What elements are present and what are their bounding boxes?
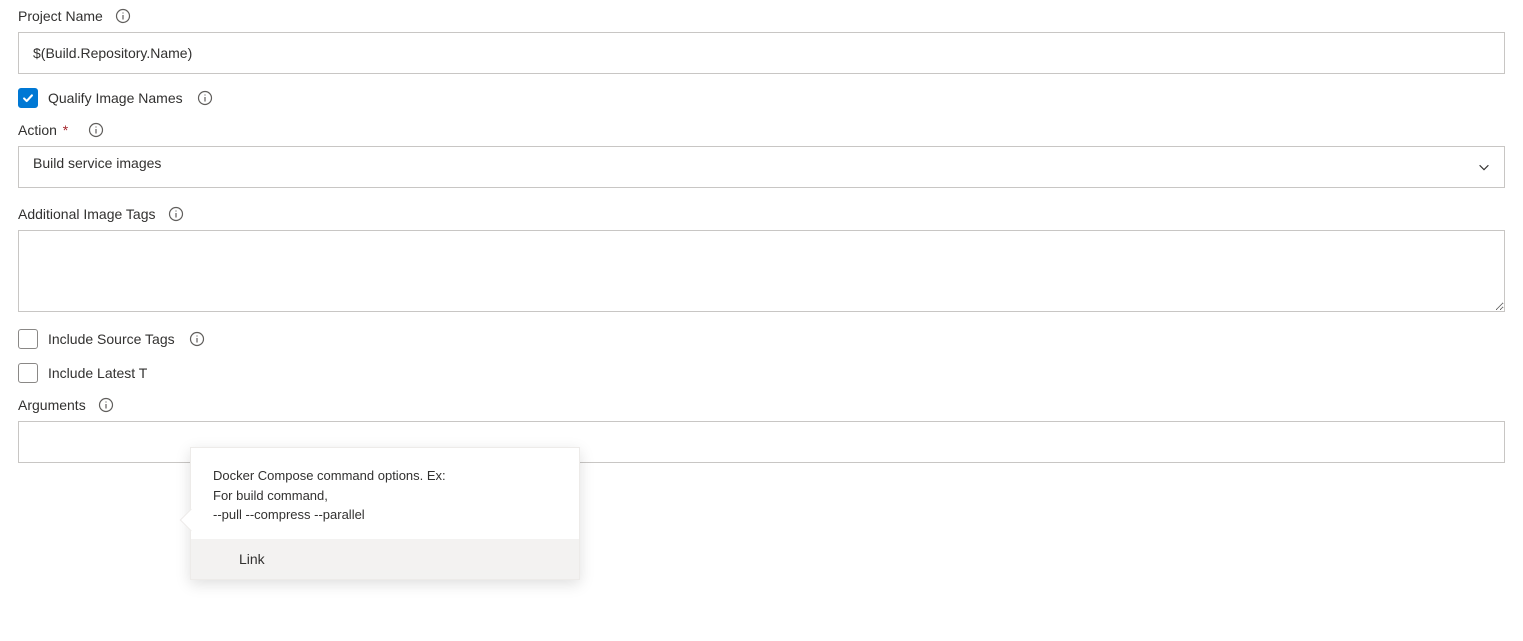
arguments-tooltip: Docker Compose command options. Ex: For … bbox=[190, 447, 580, 580]
arguments-label: Arguments bbox=[18, 397, 86, 413]
action-select[interactable]: Build service images bbox=[18, 146, 1505, 188]
project-name-input[interactable] bbox=[18, 32, 1505, 74]
info-icon[interactable] bbox=[115, 8, 131, 24]
action-label: Action * bbox=[18, 122, 68, 138]
info-icon[interactable] bbox=[98, 397, 114, 413]
include-source-tags-label: Include Source Tags bbox=[48, 331, 175, 347]
project-name-label: Project Name bbox=[18, 8, 103, 24]
tooltip-body: Docker Compose command options. Ex: For … bbox=[191, 448, 579, 539]
additional-image-tags-label: Additional Image Tags bbox=[18, 206, 156, 222]
include-latest-tag-label: Include Latest T bbox=[48, 365, 147, 381]
qualify-image-names-checkbox[interactable] bbox=[18, 88, 38, 108]
info-icon[interactable] bbox=[88, 122, 104, 138]
include-latest-tag-checkbox[interactable] bbox=[18, 363, 38, 383]
tooltip-link[interactable]: Link bbox=[191, 539, 579, 579]
additional-image-tags-input[interactable] bbox=[18, 230, 1505, 312]
include-source-tags-checkbox[interactable] bbox=[18, 329, 38, 349]
qualify-image-names-label: Qualify Image Names bbox=[48, 90, 183, 106]
info-icon[interactable] bbox=[189, 331, 205, 347]
info-icon[interactable] bbox=[197, 90, 213, 106]
info-icon[interactable] bbox=[168, 206, 184, 222]
